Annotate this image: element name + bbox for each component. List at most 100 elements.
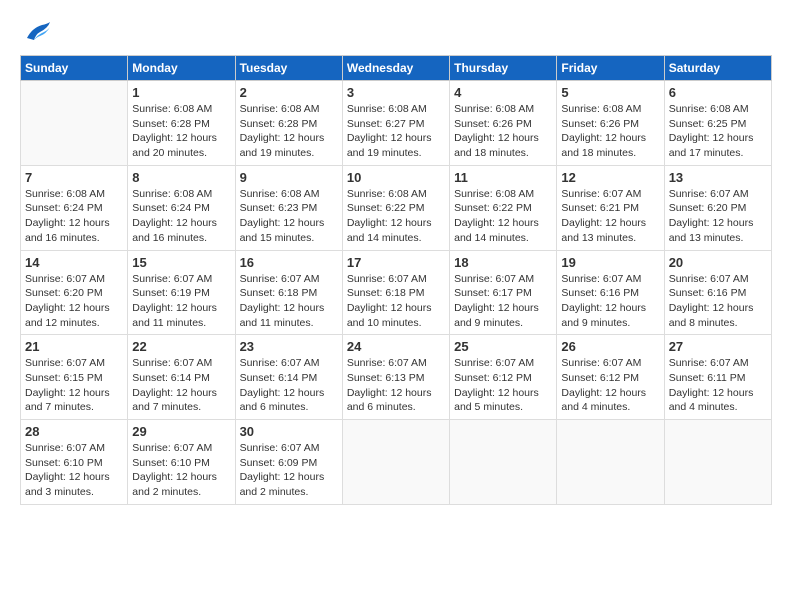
- calendar-cell: 21 Sunrise: 6:07 AM Sunset: 6:15 PM Dayli…: [21, 335, 128, 420]
- day-info: Sunrise: 6:08 AM Sunset: 6:24 PM Dayligh…: [132, 187, 230, 246]
- calendar-cell: 4 Sunrise: 6:08 AM Sunset: 6:26 PM Daylig…: [450, 81, 557, 166]
- column-header-saturday: Saturday: [664, 56, 771, 81]
- calendar-cell: 6 Sunrise: 6:08 AM Sunset: 6:25 PM Daylig…: [664, 81, 771, 166]
- day-number: 16: [240, 255, 338, 270]
- day-info: Sunrise: 6:07 AM Sunset: 6:10 PM Dayligh…: [132, 441, 230, 500]
- day-info: Sunrise: 6:07 AM Sunset: 6:16 PM Dayligh…: [561, 272, 659, 331]
- day-number: 12: [561, 170, 659, 185]
- calendar-cell: 18 Sunrise: 6:07 AM Sunset: 6:17 PM Dayli…: [450, 250, 557, 335]
- day-number: 18: [454, 255, 552, 270]
- calendar-cell: 26 Sunrise: 6:07 AM Sunset: 6:12 PM Dayli…: [557, 335, 664, 420]
- calendar-cell: 2 Sunrise: 6:08 AM Sunset: 6:28 PM Daylig…: [235, 81, 342, 166]
- day-info: Sunrise: 6:07 AM Sunset: 6:12 PM Dayligh…: [454, 356, 552, 415]
- calendar-cell: 8Sunrise: 6:08 AM Sunset: 6:24 PM Daylig…: [128, 165, 235, 250]
- calendar-cell: 1 Sunrise: 6:08 AM Sunset: 6:28 PM Daylig…: [128, 81, 235, 166]
- calendar-cell: 16 Sunrise: 6:07 AM Sunset: 6:18 PM Dayli…: [235, 250, 342, 335]
- calendar-cell: 29 Sunrise: 6:07 AM Sunset: 6:10 PM Dayli…: [128, 420, 235, 505]
- column-header-thursday: Thursday: [450, 56, 557, 81]
- day-info: Sunrise: 6:08 AM Sunset: 6:26 PM Dayligh…: [561, 102, 659, 161]
- day-info: Sunrise: 6:08 AM Sunset: 6:28 PM Dayligh…: [240, 102, 338, 161]
- day-number: 2: [240, 85, 338, 100]
- logo-bird-icon: [22, 20, 52, 45]
- calendar-cell: 15 Sunrise: 6:07 AM Sunset: 6:19 PM Dayli…: [128, 250, 235, 335]
- day-info: Sunrise: 6:08 AM Sunset: 6:22 PM Dayligh…: [454, 187, 552, 246]
- day-info: Sunrise: 6:08 AM Sunset: 6:24 PM Dayligh…: [25, 187, 123, 246]
- calendar-cell: 25 Sunrise: 6:07 AM Sunset: 6:12 PM Dayli…: [450, 335, 557, 420]
- calendar-week-2: 7 Sunrise: 6:08 AM Sunset: 6:24 PM Daylig…: [21, 165, 772, 250]
- column-header-friday: Friday: [557, 56, 664, 81]
- day-number: 25: [454, 339, 552, 354]
- day-number: 29: [132, 424, 230, 439]
- column-header-sunday: Sunday: [21, 56, 128, 81]
- day-info: Sunrise: 6:07 AM Sunset: 6:14 PM Dayligh…: [240, 356, 338, 415]
- calendar-cell: [664, 420, 771, 505]
- day-number: 5: [561, 85, 659, 100]
- day-number: 10: [347, 170, 445, 185]
- day-info: Sunrise: 6:07 AM Sunset: 6:15 PM Dayligh…: [25, 356, 123, 415]
- day-number: 28: [25, 424, 123, 439]
- day-number: 21: [25, 339, 123, 354]
- calendar-cell: 24 Sunrise: 6:07 AM Sunset: 6:13 PM Dayli…: [342, 335, 449, 420]
- day-number: 17: [347, 255, 445, 270]
- calendar-cell: 11 Sunrise: 6:08 AM Sunset: 6:22 PM Dayli…: [450, 165, 557, 250]
- day-info: Sunrise: 6:07 AM Sunset: 6:20 PM Dayligh…: [25, 272, 123, 331]
- calendar-cell: 17Sunrise: 6:07 AM Sunset: 6:18 PM Dayli…: [342, 250, 449, 335]
- column-header-wednesday: Wednesday: [342, 56, 449, 81]
- day-info: Sunrise: 6:08 AM Sunset: 6:22 PM Dayligh…: [347, 187, 445, 246]
- day-info: Sunrise: 6:07 AM Sunset: 6:13 PM Dayligh…: [347, 356, 445, 415]
- day-info: Sunrise: 6:07 AM Sunset: 6:18 PM Dayligh…: [240, 272, 338, 331]
- day-number: 27: [669, 339, 767, 354]
- day-info: Sunrise: 6:07 AM Sunset: 6:10 PM Dayligh…: [25, 441, 123, 500]
- calendar-cell: 28 Sunrise: 6:07 AM Sunset: 6:10 PM Dayli…: [21, 420, 128, 505]
- calendar-cell: 22Sunrise: 6:07 AM Sunset: 6:14 PM Dayli…: [128, 335, 235, 420]
- day-number: 24: [347, 339, 445, 354]
- day-info: Sunrise: 6:08 AM Sunset: 6:23 PM Dayligh…: [240, 187, 338, 246]
- calendar-week-5: 28 Sunrise: 6:07 AM Sunset: 6:10 PM Dayli…: [21, 420, 772, 505]
- calendar-header-row: SundayMondayTuesdayWednesdayThursdayFrid…: [21, 56, 772, 81]
- day-info: Sunrise: 6:07 AM Sunset: 6:09 PM Dayligh…: [240, 441, 338, 500]
- calendar-cell: [557, 420, 664, 505]
- calendar-cell: 7 Sunrise: 6:08 AM Sunset: 6:24 PM Daylig…: [21, 165, 128, 250]
- day-info: Sunrise: 6:07 AM Sunset: 6:16 PM Dayligh…: [669, 272, 767, 331]
- page-header: [20, 20, 772, 45]
- day-number: 11: [454, 170, 552, 185]
- calendar-cell: 3Sunrise: 6:08 AM Sunset: 6:27 PM Daylig…: [342, 81, 449, 166]
- calendar-cell: 19 Sunrise: 6:07 AM Sunset: 6:16 PM Dayli…: [557, 250, 664, 335]
- day-number: 22: [132, 339, 230, 354]
- calendar-cell: 20 Sunrise: 6:07 AM Sunset: 6:16 PM Dayli…: [664, 250, 771, 335]
- day-number: 1: [132, 85, 230, 100]
- day-number: 20: [669, 255, 767, 270]
- calendar-cell: 10 Sunrise: 6:08 AM Sunset: 6:22 PM Dayli…: [342, 165, 449, 250]
- day-number: 19: [561, 255, 659, 270]
- day-number: 9: [240, 170, 338, 185]
- calendar-cell: 14 Sunrise: 6:07 AM Sunset: 6:20 PM Dayli…: [21, 250, 128, 335]
- calendar-cell: 30 Sunrise: 6:07 AM Sunset: 6:09 PM Dayli…: [235, 420, 342, 505]
- calendar-cell: 5 Sunrise: 6:08 AM Sunset: 6:26 PM Daylig…: [557, 81, 664, 166]
- day-info: Sunrise: 6:07 AM Sunset: 6:19 PM Dayligh…: [132, 272, 230, 331]
- day-number: 7: [25, 170, 123, 185]
- day-info: Sunrise: 6:07 AM Sunset: 6:20 PM Dayligh…: [669, 187, 767, 246]
- day-number: 23: [240, 339, 338, 354]
- day-info: Sunrise: 6:07 AM Sunset: 6:12 PM Dayligh…: [561, 356, 659, 415]
- column-header-tuesday: Tuesday: [235, 56, 342, 81]
- day-number: 6: [669, 85, 767, 100]
- calendar-cell: [450, 420, 557, 505]
- day-number: 14: [25, 255, 123, 270]
- logo: [20, 20, 52, 45]
- calendar-cell: 12Sunrise: 6:07 AM Sunset: 6:21 PM Dayli…: [557, 165, 664, 250]
- day-number: 13: [669, 170, 767, 185]
- day-number: 15: [132, 255, 230, 270]
- day-info: Sunrise: 6:08 AM Sunset: 6:25 PM Dayligh…: [669, 102, 767, 161]
- calendar-table: SundayMondayTuesdayWednesdayThursdayFrid…: [20, 55, 772, 505]
- day-info: Sunrise: 6:08 AM Sunset: 6:28 PM Dayligh…: [132, 102, 230, 161]
- calendar-week-3: 14 Sunrise: 6:07 AM Sunset: 6:20 PM Dayli…: [21, 250, 772, 335]
- calendar-cell: [21, 81, 128, 166]
- day-number: 26: [561, 339, 659, 354]
- day-number: 4: [454, 85, 552, 100]
- day-number: 30: [240, 424, 338, 439]
- calendar-cell: 13 Sunrise: 6:07 AM Sunset: 6:20 PM Dayli…: [664, 165, 771, 250]
- column-header-monday: Monday: [128, 56, 235, 81]
- day-info: Sunrise: 6:07 AM Sunset: 6:17 PM Dayligh…: [454, 272, 552, 331]
- calendar-cell: 9 Sunrise: 6:08 AM Sunset: 6:23 PM Daylig…: [235, 165, 342, 250]
- day-info: Sunrise: 6:08 AM Sunset: 6:26 PM Dayligh…: [454, 102, 552, 161]
